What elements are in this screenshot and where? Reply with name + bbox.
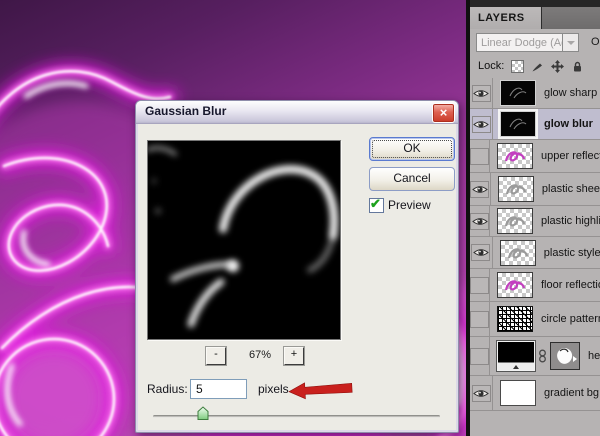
layer-thumbnail[interactable] [500,80,536,106]
panel-tab-bar: LAYERS [470,7,600,29]
preview-checkbox[interactable]: ✔ [369,198,384,213]
visibility-toggle[interactable] [470,376,493,410]
layer-row-upper-reflectio[interactable]: upper reflectio [470,140,600,173]
panel-top-strip [470,0,600,7]
layer-row-glow-blur[interactable]: glow blur [470,109,600,140]
eye-icon [473,88,489,99]
layer-name[interactable]: glow blur [544,118,593,130]
photoshop-workspace: Gaussian Blur × OK Can [0,0,600,436]
preview-artwork [148,141,340,339]
layer-row-gradient-bg[interactable]: gradient bg [470,376,600,411]
layer-name[interactable]: plastic style [544,247,600,259]
cancel-button[interactable]: Cancel [369,167,455,191]
lock-paint-icon[interactable] [531,60,544,73]
layer-thumbnail[interactable] [497,272,533,298]
radius-input[interactable] [190,379,247,399]
layer-thumbnail[interactable] [500,111,536,137]
visibility-toggle[interactable] [470,78,493,108]
visibility-toggle[interactable] [470,337,490,375]
blur-preview-image[interactable] [147,140,341,340]
layer-thumbnail[interactable] [497,341,535,371]
layer-thumbnail[interactable] [497,208,533,234]
eye-icon [473,247,489,258]
lock-transparency-icon[interactable] [511,60,524,73]
visibility-toggle[interactable] [470,302,490,336]
dialog-titlebar[interactable]: Gaussian Blur × [136,101,458,124]
visibility-toggle[interactable] [470,237,493,268]
link-icon [538,349,547,363]
layer-thumbnail[interactable] [497,143,533,169]
radius-unit-label: pixels [258,382,289,396]
layer-row-plastic-sheen[interactable]: plastic sheen [470,173,600,206]
eye-icon [472,216,488,227]
layer-name[interactable]: plastic sheen [542,183,600,195]
layer-name[interactable]: floor reflection [541,279,600,291]
visibility-toggle[interactable] [470,206,490,236]
layer-thumbnail[interactable] [500,240,536,266]
annotation-arrow-icon [288,379,355,400]
layer-row-plastic-highligh[interactable]: plastic highligh [470,206,600,237]
visibility-toggle[interactable] [470,109,493,139]
checkmark-icon: ✔ [370,196,381,212]
layer-thumbnail[interactable] [497,306,533,332]
ok-button[interactable]: OK [369,137,455,161]
layer-row-hea[interactable]: hea [470,337,600,376]
layer-thumbnail[interactable] [500,380,536,406]
zoom-in-button[interactable]: + [284,347,304,365]
eye-icon [473,388,489,399]
visibility-toggle[interactable] [470,269,490,301]
layer-name[interactable]: upper reflectio [541,150,600,162]
gaussian-blur-dialog: Gaussian Blur × OK Can [135,100,459,433]
eye-icon [472,184,488,195]
zoom-level: 67% [232,349,288,361]
preview-checkbox-label[interactable]: Preview [388,198,431,212]
layer-row-circle-pattern-o[interactable]: circle pattern o [470,302,600,337]
layer-name[interactable]: glow sharp [544,87,597,99]
lock-all-icon[interactable] [571,60,584,73]
radius-slider-thumb[interactable] [197,406,209,421]
eye-icon [473,119,489,130]
layer-row-plastic-style[interactable]: plastic style [470,237,600,269]
zoom-out-button[interactable]: - [206,347,226,365]
layer-row-floor-reflection[interactable]: floor reflection [470,269,600,302]
layer-mask-thumbnail[interactable] [550,342,580,370]
visibility-toggle[interactable] [470,140,490,172]
layer-name[interactable]: plastic highligh [541,215,600,227]
layer-name[interactable]: gradient bg [544,387,599,399]
blend-mode-select[interactable]: Linear Dodge (Add) [476,33,562,52]
opacity-label-partial: O [591,36,600,48]
layer-name[interactable]: hea [588,350,600,362]
layer-thumbnail[interactable] [498,176,534,202]
layer-list: glow sharp glow blur upper reflectio plasti… [470,78,600,411]
visibility-toggle[interactable] [470,173,491,205]
tab-layers[interactable]: LAYERS [470,7,542,29]
radius-label: Radius: [147,382,188,396]
layer-row-glow-sharp[interactable]: glow sharp [470,78,600,109]
layer-name[interactable]: circle pattern o [541,313,600,325]
dialog-title: Gaussian Blur [145,104,226,118]
close-icon[interactable]: × [432,103,455,123]
lock-label: Lock: [478,60,504,72]
lock-move-icon[interactable] [551,60,564,73]
chevron-down-icon[interactable] [562,33,579,52]
layers-panel: LAYERS Linear Dodge (Add) O Lock: [466,0,600,436]
